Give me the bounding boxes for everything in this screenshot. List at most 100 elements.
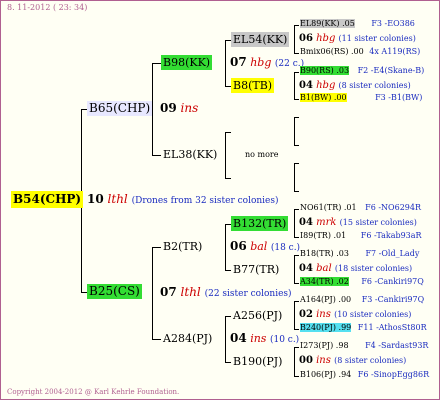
no-more-note: no more <box>245 150 279 159</box>
generation-term: mrk <box>316 217 337 228</box>
connector-line <box>294 163 299 164</box>
connector-line <box>294 255 295 283</box>
grandparent-row: NO61(TR) .01 F6 -NO6294R <box>300 203 421 212</box>
b98-generation: 07 hbg (22 c.) <box>230 55 304 69</box>
generation-number: 02 <box>299 309 313 320</box>
connector-line <box>152 339 161 340</box>
el54-generation: 06 hbg (11 sister colonies) <box>299 33 416 44</box>
connector-line <box>294 117 295 145</box>
connector-line <box>294 209 295 237</box>
connector-line <box>294 283 299 284</box>
generation-number: 04 <box>230 331 247 345</box>
queen-node-b98[interactable]: B98(KK) <box>161 55 213 70</box>
queen-node-b77[interactable]: B77(TR) <box>231 262 281 277</box>
connector-line <box>225 132 231 133</box>
queen-node-a284[interactable]: A284(PJ) <box>161 331 214 346</box>
queen-link[interactable]: B90(RS) .03 <box>300 66 350 75</box>
grandparent-row: B1(BW) .00 F3 -B1(BW) <box>300 93 422 102</box>
connector-line <box>294 329 299 330</box>
queen-node-el38[interactable]: EL38(KK) <box>161 147 219 162</box>
queen-link[interactable]: NO61(TR) .01 <box>300 203 357 212</box>
connector-line <box>294 25 295 53</box>
a284-generation: 04 ins (10 c.) <box>230 331 299 345</box>
connector-line <box>294 237 299 238</box>
generation-term: ins <box>316 355 331 366</box>
queen-link[interactable]: I273(PJ) .98 <box>300 341 349 350</box>
breed-id: F6 -Takab93aR <box>360 231 422 240</box>
grandparent-row: A34(TR) .02 F6 -Cankiri97Q <box>300 277 424 286</box>
grandparent-row: I89(TR) .01 F6 -Takab93aR <box>300 231 422 240</box>
colony-note: (10 sister colonies) <box>334 310 412 319</box>
generation-number: 10 <box>87 192 104 206</box>
drone-note: (Drones from 32 sister colonies) <box>131 196 279 206</box>
dam-generation: 09 ins <box>160 101 198 115</box>
queen-node-dam[interactable]: B65(CHP) <box>87 101 153 116</box>
connector-line <box>294 72 295 99</box>
queen-link[interactable]: I89(TR) .01 <box>300 231 346 240</box>
generation-term: hbg <box>316 33 336 44</box>
queen-node-sire[interactable]: B25(CS) <box>87 284 142 299</box>
connector-line <box>225 40 226 86</box>
grandparent-row: B90(RS) .03 F2 -E4(Skane-B) <box>300 66 424 75</box>
queen-node-el54[interactable]: EL54(KK) <box>231 32 290 47</box>
breed-id: F2 -E4(Skane-B) <box>357 66 425 75</box>
generation-number: 00 <box>299 355 313 366</box>
grandparent-row: A164(PJ) .00 F3 -Cankiri97Q <box>300 295 424 304</box>
queen-node-b190[interactable]: B190(PJ) <box>231 354 284 369</box>
queen-link[interactable]: Bmix06(RS) .00 <box>300 47 364 56</box>
connector-line <box>225 178 231 179</box>
generation-term: hbg <box>316 80 336 91</box>
colony-note: (18 c.) <box>270 243 301 253</box>
grandparent-row: Bmix06(RS) .00 4x A119(RS) <box>300 47 420 56</box>
queen-link[interactable]: B1(BW) .00 <box>300 93 347 102</box>
generation-number: 06 <box>230 239 247 253</box>
connector-line <box>294 72 299 73</box>
generation-term: lthl <box>107 192 128 206</box>
generation-number: 06 <box>299 33 313 44</box>
queen-node-a256[interactable]: A256(PJ) <box>231 308 284 323</box>
colony-note: (18 sister colonies) <box>334 264 413 273</box>
connector-line <box>294 301 299 302</box>
breed-id: F4 -Sardast93R <box>365 341 429 350</box>
colony-note: (10 c.) <box>269 335 300 345</box>
queen-node-b132[interactable]: B132(TR) <box>231 216 289 231</box>
generation-number: 09 <box>160 101 177 115</box>
generation-number: 07 <box>230 55 247 69</box>
colony-note: (15 sister colonies) <box>339 218 417 227</box>
generation-term: ins <box>316 309 331 320</box>
queen-link[interactable]: A34(TR) .02 <box>300 277 349 286</box>
connector-line <box>294 163 295 191</box>
queen-link[interactable]: B240(PJ) .99 <box>300 323 352 332</box>
grandparent-row: EL89(KK) .05 F3 -EO386 <box>300 19 415 28</box>
breed-id: F6 -NO6294R <box>365 203 421 212</box>
connector-line <box>225 132 226 178</box>
queen-node-b2[interactable]: B2(TR) <box>161 239 204 254</box>
b132-generation: 04 mrk (15 sister colonies) <box>299 217 417 228</box>
generation-number: 07 <box>160 285 177 299</box>
grandparent-row: B18(TR) .03 F7 -Old_Lady <box>300 249 419 258</box>
pedigree-frame: 8. 11-2012 ( 23: 34) B54(CHP) 10 lthl (D… <box>0 0 440 400</box>
connector-line <box>294 117 299 118</box>
connector-line <box>294 376 299 377</box>
queen-link[interactable]: A164(PJ) .00 <box>300 295 351 304</box>
connector-line <box>294 191 299 192</box>
connector-line <box>294 53 299 54</box>
breed-id: F3 -B1(BW) <box>375 93 423 102</box>
timestamp-header: 8. 11-2012 ( 23: 34) <box>7 3 88 12</box>
colony-note: (11 sister colonies) <box>338 34 416 43</box>
breed-id: F11 -AthosSt80R <box>357 323 427 332</box>
queen-node-root[interactable]: B54(CHP) <box>11 191 84 208</box>
queen-node-b8[interactable]: B8(TB) <box>231 78 275 93</box>
connector-line <box>225 224 226 270</box>
queen-link[interactable]: B106(PJ) .94 <box>300 370 351 379</box>
connector-line <box>152 247 153 339</box>
queen-link[interactable]: B18(TR) .03 <box>300 249 349 258</box>
grandparent-row: B240(PJ) .99 F11 -AthosSt80R <box>300 323 427 332</box>
copyright-footer: Copyright 2004-2012 @ Karl Kehrle Founda… <box>7 388 180 396</box>
generation-number: 04 <box>299 217 313 228</box>
connector-line <box>152 155 161 156</box>
queen-link[interactable]: EL89(KK) .05 <box>300 19 355 28</box>
root-generation: 10 lthl (Drones from 32 sister colonies) <box>87 192 279 206</box>
connector-line <box>294 347 295 376</box>
colony-note: (8 sister colonies) <box>334 356 407 365</box>
